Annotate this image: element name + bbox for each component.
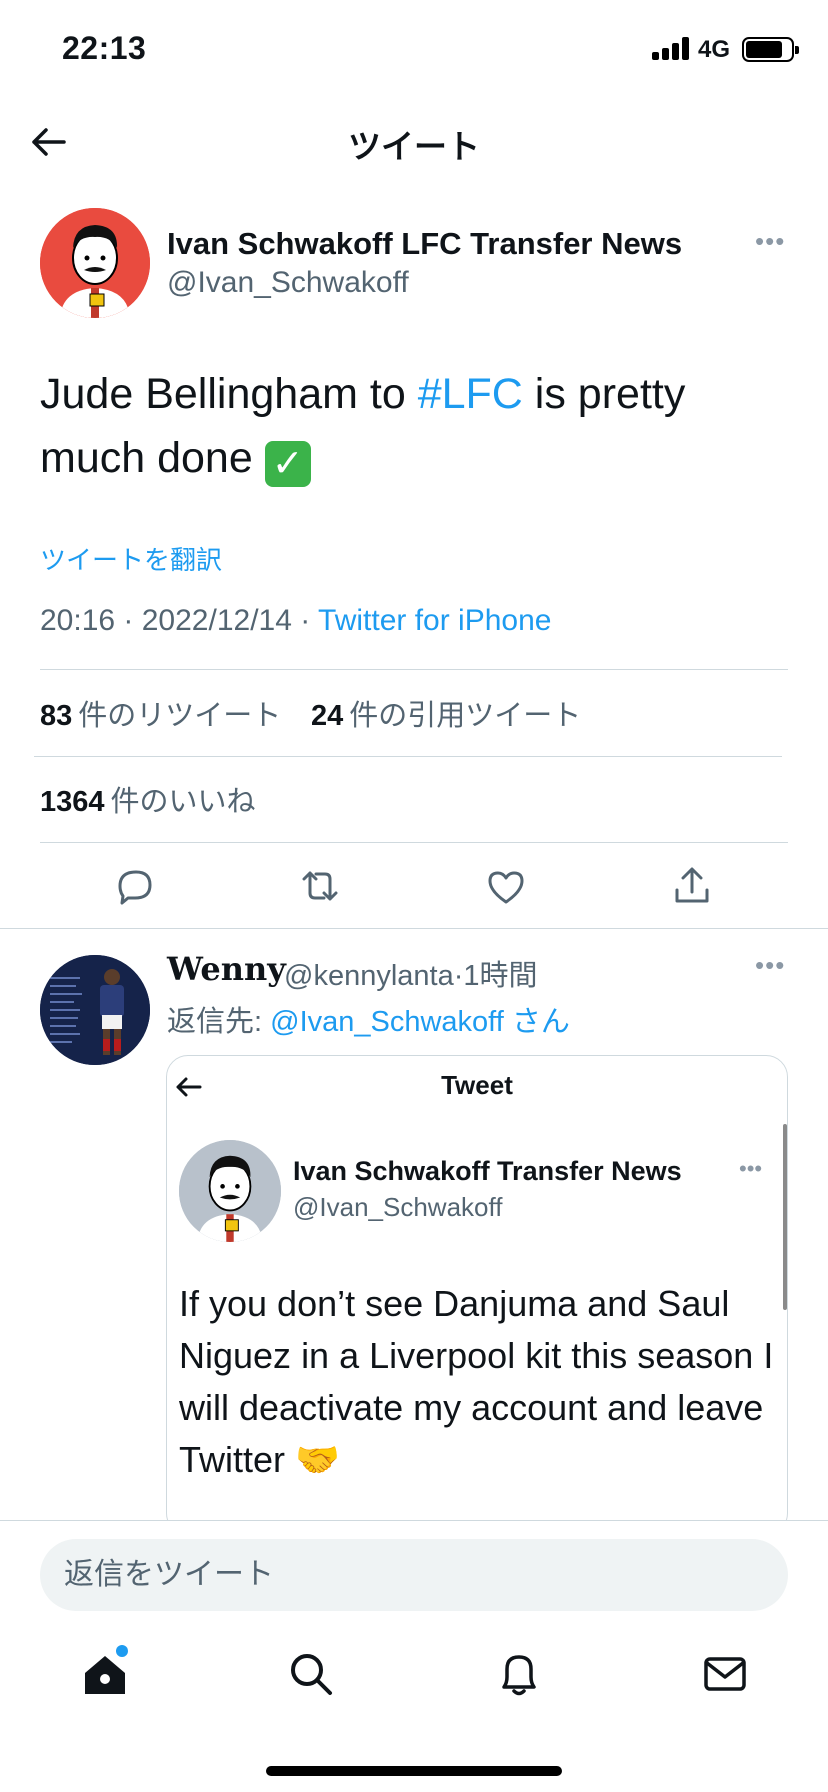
author-handle[interactable]: @Ivan_Schwakoff	[167, 266, 409, 300]
likes-count: 1364	[40, 786, 105, 818]
status-time: 22:13	[62, 30, 147, 66]
reply-icon[interactable]	[110, 862, 158, 910]
embed-title: Tweet	[441, 1070, 513, 1100]
retweet-icon[interactable]	[296, 862, 344, 910]
reply-more-options-icon[interactable]: •••	[755, 950, 785, 981]
network-type: 4G	[698, 36, 731, 63]
retweets-stat[interactable]: 83 件のリツイート	[40, 692, 281, 734]
tweet-source-link[interactable]: Twitter for iPhone	[318, 604, 551, 637]
reply-avatar[interactable]	[40, 955, 150, 1065]
embed-author-handle: @Ivan_Schwakoff	[293, 1192, 503, 1222]
reply-time: 1時間	[463, 960, 538, 992]
replying-prefix: 返信先:	[167, 1006, 271, 1038]
embed-avatar	[179, 1140, 281, 1242]
reply-handle-time: @kennylanta·1時間	[284, 960, 538, 992]
embed-scrollbar	[783, 1124, 787, 1310]
tweet-date: 2022/12/14	[141, 604, 292, 637]
translate-link[interactable]: ツイートを翻訳	[40, 540, 222, 577]
home-notification-dot	[116, 1645, 128, 1657]
messages-envelope-icon[interactable]	[700, 1649, 750, 1699]
retweets-count: 83	[40, 700, 73, 732]
status-bar: 22:13 4G	[0, 0, 828, 100]
tweet-text-start: Jude Bellingham to	[40, 370, 418, 418]
likes-stat[interactable]: 1364 件のいいね	[40, 778, 256, 820]
embed-tweet-text: If you don’t see Danjuma and Saul Niguez…	[179, 1283, 774, 1480]
reply-compose-input[interactable]: 返信をツイート	[40, 1539, 788, 1611]
share-icon[interactable]	[668, 862, 716, 910]
search-icon[interactable]	[286, 1649, 336, 1699]
quotes-count: 24	[311, 700, 344, 732]
reply-handle[interactable]: @kennylanta	[284, 960, 454, 992]
section-divider	[0, 928, 828, 929]
hashtag-link[interactable]: #LFC	[418, 370, 523, 418]
reply-author-name[interactable]: Wenny	[167, 950, 286, 988]
quotes-label: 件の引用ツイート	[349, 700, 582, 732]
attached-screenshot[interactable]: Tweet Ivan Schwakoff Transfer News @Ivan…	[166, 1055, 788, 1535]
embed-cartoon-avatar-icon	[179, 1140, 281, 1242]
bottom-panel: 返信をツイート	[0, 1520, 828, 1792]
tweet-actions	[0, 862, 828, 912]
check-mark-emoji: ✓	[264, 441, 311, 487]
author-avatar[interactable]	[40, 208, 150, 318]
replying-to: 返信先: @Ivan_Schwakoff さん	[167, 998, 570, 1040]
like-heart-icon[interactable]	[482, 862, 530, 910]
embed-more-icon: •••	[739, 1156, 763, 1181]
page-title: ツイート	[348, 128, 480, 165]
notifications-bell-icon[interactable]	[494, 1649, 544, 1699]
tweet-meta: 20:16 · 2022/12/14 · Twitter for iPhone	[40, 604, 552, 637]
replying-to-link[interactable]: @Ivan_Schwakoff	[270, 1006, 504, 1038]
more-options-icon[interactable]: •••	[755, 226, 785, 257]
battery-icon	[742, 37, 799, 62]
retweets-label: 件のリツイート	[78, 700, 282, 732]
divider	[34, 756, 782, 757]
embed-author-name: Ivan Schwakoff Transfer News	[293, 1156, 682, 1186]
divider	[40, 669, 788, 670]
author-name[interactable]: Ivan Schwakoff LFC Transfer News	[167, 226, 682, 262]
likes-label: 件のいいね	[110, 786, 256, 818]
tweet-time: 20:16	[40, 604, 116, 637]
player-avatar-icon	[40, 955, 150, 1065]
cartoon-avatar-icon	[40, 208, 150, 318]
divider	[40, 842, 788, 843]
signal-icon	[652, 36, 692, 60]
replying-suffix: さん	[503, 1006, 570, 1038]
quotes-stat[interactable]: 24 件の引用ツイート	[311, 692, 581, 734]
top-nav: ツイート	[0, 100, 828, 180]
home-indicator	[266, 1766, 562, 1776]
tweet-text: Jude Bellingham to #LFC is pretty much d…	[40, 362, 800, 490]
